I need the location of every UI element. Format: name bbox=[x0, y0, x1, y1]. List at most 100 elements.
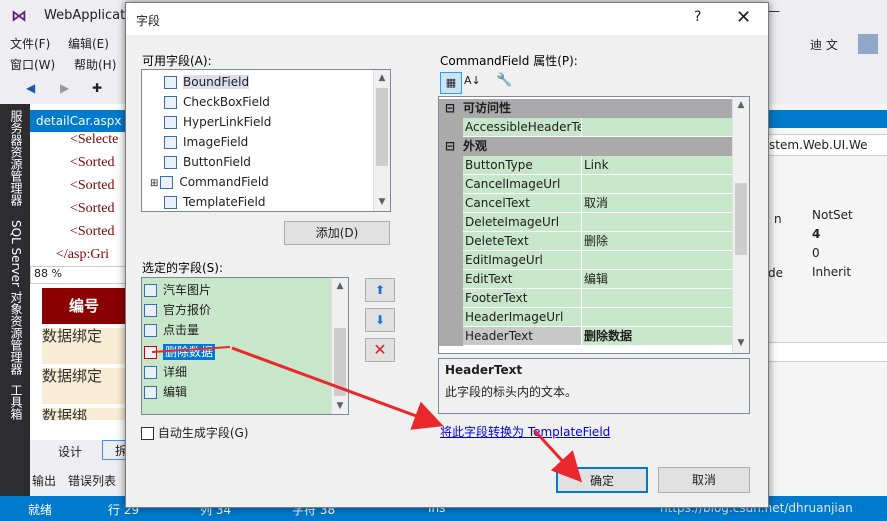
prop-name[interactable]: DeleteImageUrl bbox=[463, 213, 581, 232]
selected-scrollbar[interactable]: ▲ ▼ bbox=[331, 278, 348, 414]
prop-name[interactable]: EditImageUrl bbox=[463, 251, 581, 270]
new-item-icon[interactable]: ✚ bbox=[92, 81, 102, 95]
design-tab[interactable]: 设计 bbox=[58, 443, 82, 460]
forward-icon[interactable]: ▶ bbox=[60, 81, 69, 95]
prop-name: de bbox=[768, 266, 783, 280]
scroll-down-icon[interactable]: ▼ bbox=[374, 194, 390, 210]
convert-to-templatefield-link[interactable]: 将此字段转换为 TemplateField bbox=[440, 423, 610, 440]
prop-name-selected[interactable]: HeaderText bbox=[463, 327, 581, 346]
delete-field-button[interactable]: ✕ bbox=[365, 338, 395, 362]
prop-value[interactable]: 删除 bbox=[582, 232, 733, 251]
list-item[interactable]: 官方报价 bbox=[144, 300, 211, 320]
menu-window[interactable]: 窗口(W) bbox=[10, 56, 55, 73]
command-field-icon bbox=[144, 346, 157, 359]
available-fields-tree[interactable]: BoundField CheckBoxField HyperLinkField … bbox=[141, 69, 391, 212]
scroll-down-icon[interactable]: ▼ bbox=[332, 398, 348, 414]
prop-name[interactable]: CancelImageUrl bbox=[463, 175, 581, 194]
prop-value[interactable]: 取消 bbox=[582, 194, 733, 213]
scroll-thumb[interactable] bbox=[735, 183, 747, 255]
move-up-button[interactable]: ⬆ bbox=[365, 278, 395, 302]
scroll-up-icon[interactable]: ▲ bbox=[733, 97, 749, 113]
prop-name[interactable]: AccessibleHeaderTe bbox=[463, 118, 581, 137]
prop-value[interactable] bbox=[582, 213, 733, 232]
checkbox-icon[interactable] bbox=[141, 427, 154, 440]
avatar[interactable] bbox=[858, 34, 878, 54]
prop-value[interactable] bbox=[582, 289, 733, 308]
server-explorer-tab[interactable]: 服务器资源管理器 bbox=[8, 110, 25, 206]
minimize-icon[interactable]: — bbox=[768, 4, 780, 18]
code-line: <Sorted bbox=[70, 224, 115, 239]
tree-item[interactable]: ImageField bbox=[164, 132, 248, 152]
list-item[interactable]: 详细 bbox=[144, 362, 187, 382]
scroll-down-icon[interactable]: ▼ bbox=[733, 335, 749, 351]
output-tab[interactable]: 输出 bbox=[32, 472, 56, 489]
object-selector[interactable]: stem.Web.UI.We bbox=[768, 134, 887, 156]
menu-help[interactable]: 帮助(H) bbox=[74, 56, 116, 73]
fields-dialog: 字段 ? ✕ 可用字段(A): BoundField CheckBoxField… bbox=[125, 2, 769, 508]
prop-name[interactable]: HeaderImageUrl bbox=[463, 308, 581, 327]
arrow-down-icon: ⬇ bbox=[374, 313, 386, 327]
prop-name[interactable]: FooterText bbox=[463, 289, 581, 308]
category-row[interactable]: ⊟ 外观 bbox=[439, 137, 733, 156]
prop-name[interactable]: ButtonType bbox=[463, 156, 581, 175]
zoom-selector[interactable]: 88 % bbox=[30, 266, 128, 284]
selected-fields-list[interactable]: 汽车图片 官方报价 点击量 删除数据 详细 编辑 ▲ ▼ bbox=[141, 277, 349, 415]
cancel-button[interactable]: 取消 bbox=[658, 467, 750, 493]
dropdown[interactable] bbox=[768, 342, 887, 362]
error-list-tab[interactable]: 错误列表 bbox=[68, 472, 116, 489]
prop-value[interactable]: Link bbox=[582, 156, 733, 175]
property-grid[interactable]: ⊟ 可访问性 AccessibleHeaderTe ⊟ 外观 ButtonType L… bbox=[438, 96, 750, 354]
arrow-up-icon: ⬆ bbox=[374, 283, 386, 297]
code-line: </asp:Gri bbox=[56, 247, 109, 262]
hyperlink-field-icon bbox=[164, 116, 177, 129]
prop-value[interactable] bbox=[582, 175, 733, 194]
categorized-icon[interactable]: ▦ bbox=[440, 72, 462, 94]
tree-item[interactable]: ⊞ CommandField bbox=[150, 172, 269, 192]
menu-file[interactable]: 文件(F) bbox=[10, 35, 50, 52]
property-scrollbar[interactable]: ▲ ▼ bbox=[732, 97, 749, 353]
prop-value[interactable] bbox=[582, 308, 733, 327]
menu-edit[interactable]: 编辑(E) bbox=[68, 35, 109, 52]
prop-name[interactable]: DeleteText bbox=[463, 232, 581, 251]
category-row[interactable]: ⊟ 可访问性 bbox=[439, 99, 733, 118]
user-name[interactable]: 迪 文 bbox=[810, 36, 838, 53]
prop-value[interactable] bbox=[582, 118, 733, 137]
back-icon[interactable]: ◀ bbox=[26, 81, 35, 95]
tree-item[interactable]: TemplateField bbox=[164, 192, 265, 212]
tree-item[interactable]: HyperLinkField bbox=[164, 112, 271, 132]
ok-button[interactable]: 确定 bbox=[556, 467, 648, 493]
tree-item[interactable]: ButtonField bbox=[164, 152, 251, 172]
vs-logo-icon: ⋈ bbox=[11, 6, 27, 25]
list-item[interactable]: 编辑 bbox=[144, 382, 187, 402]
list-item[interactable]: 点击量 bbox=[144, 320, 199, 340]
property-pages-icon[interactable]: 🔧 bbox=[496, 73, 512, 88]
help-button[interactable]: ? bbox=[694, 9, 701, 25]
close-button[interactable]: ✕ bbox=[736, 7, 751, 28]
toolbox-tab[interactable]: 工具箱 bbox=[8, 384, 25, 420]
split-tab[interactable]: 拆 bbox=[102, 440, 127, 460]
move-down-button[interactable]: ⬇ bbox=[365, 308, 395, 332]
list-item-selected[interactable]: 删除数据 bbox=[144, 342, 216, 362]
alphabetical-icon[interactable]: A↓ bbox=[464, 74, 481, 87]
tree-item[interactable]: BoundField bbox=[164, 72, 250, 92]
auto-generate-checkbox[interactable]: 自动生成字段(G) bbox=[141, 424, 249, 441]
prop-name[interactable]: EditText bbox=[463, 270, 581, 289]
available-scrollbar[interactable]: ▲ ▼ bbox=[373, 70, 390, 211]
add-button[interactable]: 添加(D) bbox=[284, 221, 390, 245]
scroll-thumb[interactable] bbox=[376, 88, 388, 166]
collapse-icon[interactable]: ⊟ bbox=[445, 99, 455, 118]
scroll-thumb[interactable] bbox=[334, 328, 346, 396]
properties-toolbar: ▦ A↓ 🔧 bbox=[438, 70, 750, 94]
expand-icon[interactable]: ⊞ bbox=[150, 178, 158, 189]
sql-server-explorer-tab[interactable]: SQL Server 对象资源管理器 bbox=[8, 220, 25, 375]
collapse-icon[interactable]: ⊟ bbox=[445, 137, 455, 156]
scroll-up-icon[interactable]: ▲ bbox=[374, 70, 390, 86]
list-item[interactable]: 汽车图片 bbox=[144, 280, 211, 300]
editor-tab[interactable]: detailCar.aspx bbox=[30, 110, 126, 132]
prop-value[interactable]: 编辑 bbox=[582, 270, 733, 289]
prop-value[interactable] bbox=[582, 251, 733, 270]
prop-name[interactable]: CancelText bbox=[463, 194, 581, 213]
scroll-up-icon[interactable]: ▲ bbox=[332, 278, 348, 294]
tree-item[interactable]: CheckBoxField bbox=[164, 92, 270, 112]
prop-value[interactable]: 删除数据 bbox=[582, 327, 733, 346]
